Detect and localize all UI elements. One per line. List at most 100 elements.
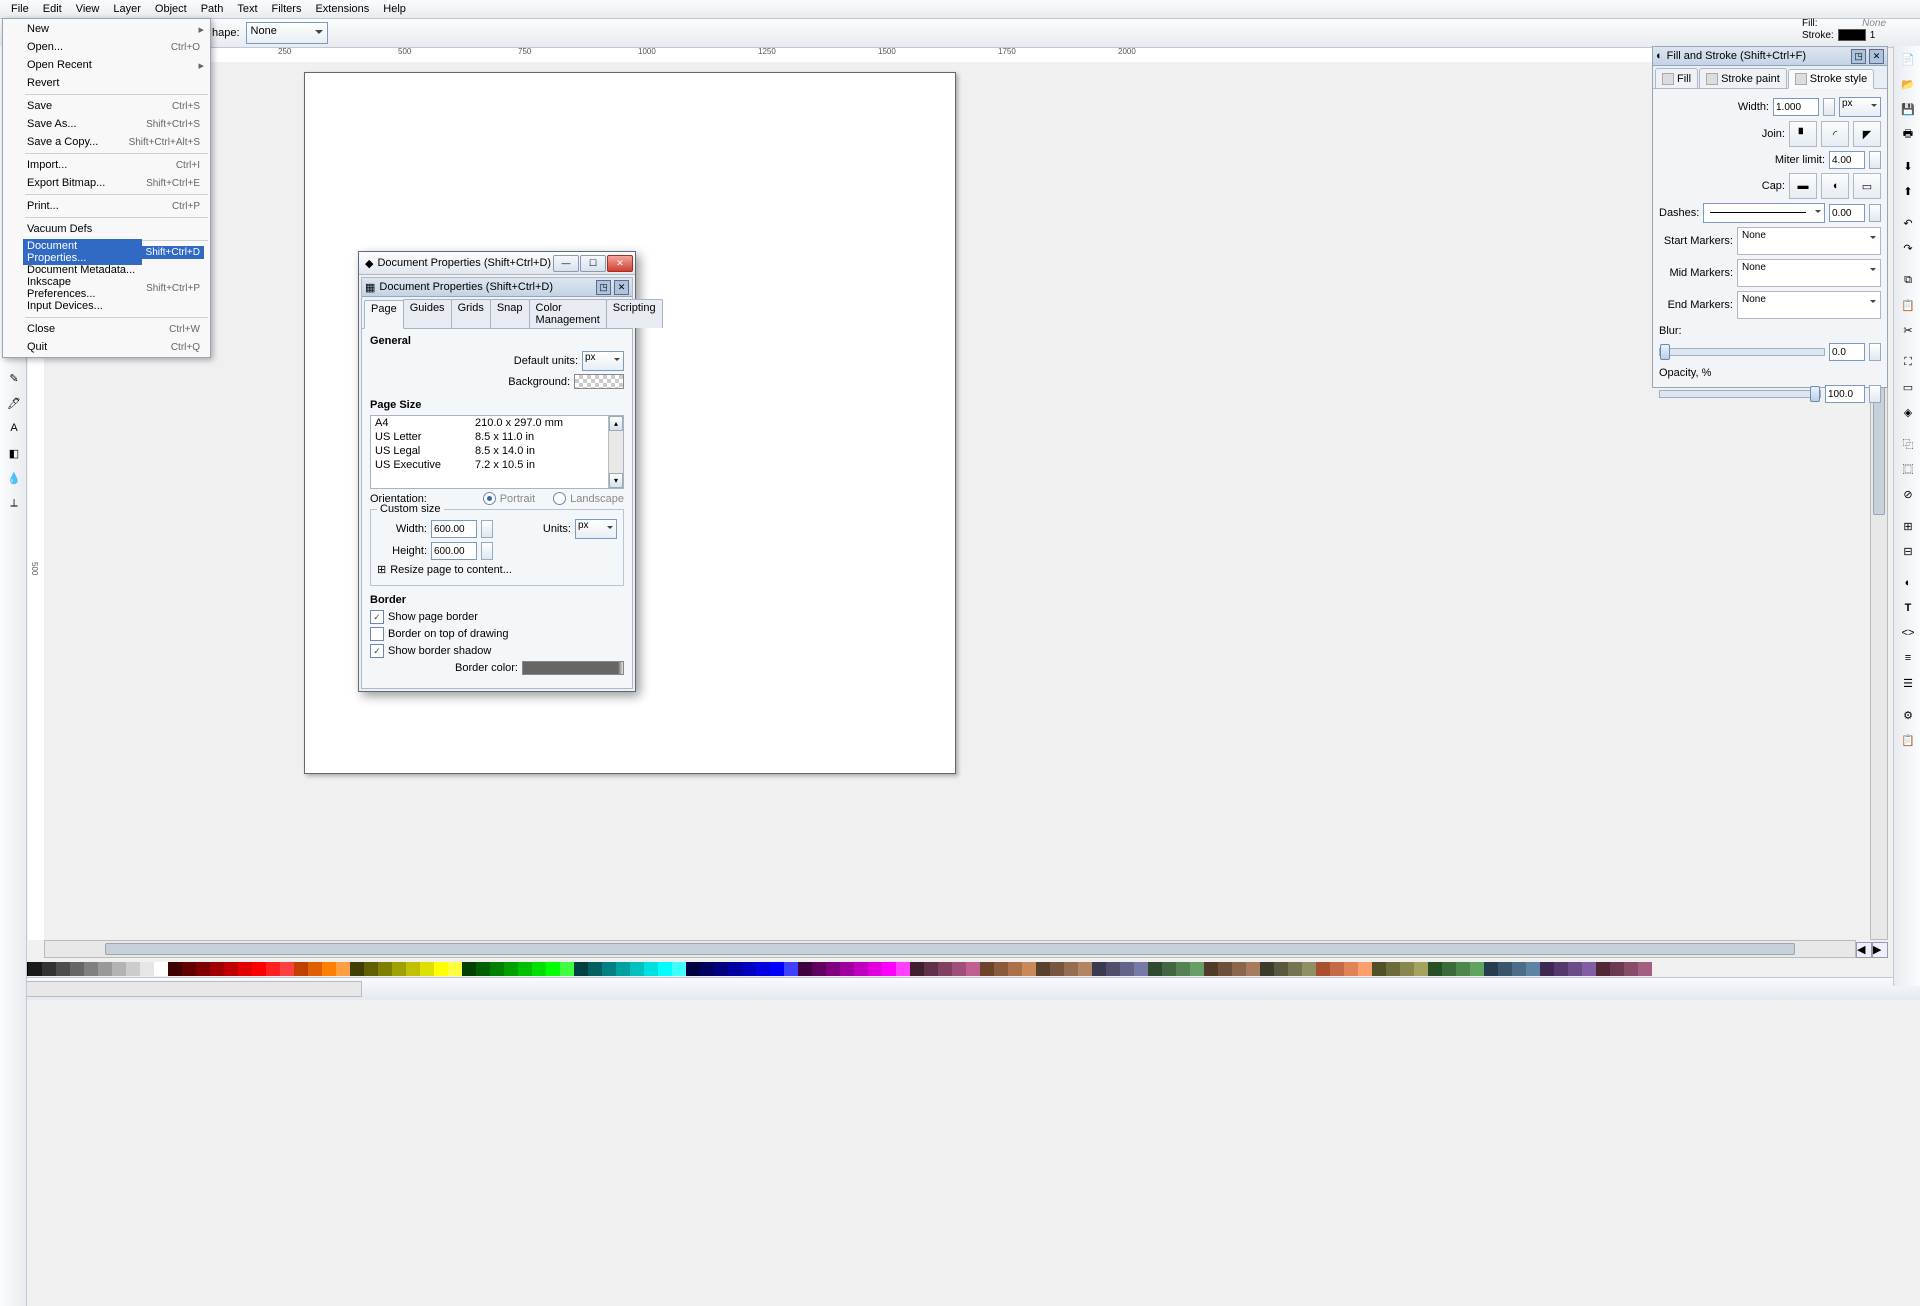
menu-text[interactable]: Text xyxy=(230,1,264,17)
menu-view[interactable]: View xyxy=(69,1,107,17)
color-swatch[interactable] xyxy=(1232,962,1246,976)
blur-slider[interactable] xyxy=(1659,348,1825,356)
opacity-input[interactable] xyxy=(1825,385,1865,403)
color-swatch[interactable] xyxy=(868,962,882,976)
color-swatch[interactable] xyxy=(1428,962,1442,976)
color-swatch[interactable] xyxy=(28,962,42,976)
units-select[interactable]: px xyxy=(575,519,617,539)
color-swatch[interactable] xyxy=(938,962,952,976)
panel-title[interactable]: ◐ Fill and Stroke (Shift+Ctrl+F) ◳ ✕ xyxy=(1653,47,1887,66)
color-swatch[interactable] xyxy=(784,962,798,976)
panel-detach-icon[interactable]: ◳ xyxy=(1851,49,1866,64)
color-swatch[interactable] xyxy=(1372,962,1386,976)
prefs-icon[interactable]: ⚙ xyxy=(1896,703,1920,727)
color-swatch[interactable] xyxy=(1078,962,1092,976)
color-swatch[interactable] xyxy=(1022,962,1036,976)
group-icon[interactable]: ⊞ xyxy=(1896,514,1920,538)
menu-filters[interactable]: Filters xyxy=(265,1,309,17)
color-swatch[interactable] xyxy=(812,962,826,976)
color-swatch[interactable] xyxy=(672,962,686,976)
color-swatch[interactable] xyxy=(602,962,616,976)
width-spinner[interactable] xyxy=(481,520,493,538)
mid-markers-select[interactable]: None xyxy=(1737,259,1881,287)
color-swatch[interactable] xyxy=(350,962,364,976)
color-swatch[interactable] xyxy=(1554,962,1568,976)
border-on-top-checkbox[interactable] xyxy=(370,627,384,641)
menu-item[interactable]: New▸ xyxy=(3,20,210,38)
save-icon[interactable]: 💾 xyxy=(1896,97,1920,121)
color-swatch[interactable] xyxy=(826,962,840,976)
menu-item[interactable]: CloseCtrl+W xyxy=(3,320,210,338)
size-us-legal[interactable]: US Legal8.5 x 14.0 in xyxy=(371,444,623,458)
color-swatch[interactable] xyxy=(1120,962,1134,976)
show-border-checkbox[interactable]: ✓ xyxy=(370,610,384,624)
dash-offset-spinner[interactable] xyxy=(1869,204,1881,222)
tab-stroke-style[interactable]: Stroke style xyxy=(1788,69,1874,89)
cut-icon[interactable]: ✂ xyxy=(1896,318,1920,342)
dialog-detach-icon[interactable]: ◳ xyxy=(596,280,611,295)
menu-item[interactable]: Document Properties...Shift+Ctrl+D xyxy=(3,243,210,261)
color-swatch[interactable] xyxy=(1036,962,1050,976)
color-swatch[interactable] xyxy=(196,962,210,976)
color-swatch[interactable] xyxy=(1008,962,1022,976)
color-swatch[interactable] xyxy=(532,962,546,976)
color-swatch[interactable] xyxy=(798,962,812,976)
zoom-fit-icon[interactable]: ⛶ xyxy=(1896,350,1920,374)
menu-item[interactable]: Open Recent▸ xyxy=(3,56,210,74)
end-markers-select[interactable]: None xyxy=(1737,291,1881,319)
text-tool-icon[interactable]: A xyxy=(2,416,26,440)
color-swatch[interactable] xyxy=(392,962,406,976)
dash-offset-input[interactable] xyxy=(1829,204,1865,222)
color-swatch[interactable] xyxy=(518,962,532,976)
blur-input[interactable] xyxy=(1829,343,1865,361)
color-swatch[interactable] xyxy=(1400,962,1414,976)
color-swatch[interactable] xyxy=(546,962,560,976)
color-swatch[interactable] xyxy=(140,962,154,976)
canvas-corner-icon[interactable]: ▶ xyxy=(1872,942,1888,958)
color-swatch[interactable] xyxy=(1624,962,1638,976)
color-swatch[interactable] xyxy=(1638,962,1652,976)
clone-icon[interactable]: ⿴ xyxy=(1896,457,1920,481)
cap-round-icon[interactable]: ◖ xyxy=(1821,173,1849,199)
color-swatch[interactable] xyxy=(742,962,756,976)
canvas-arrow-icon[interactable]: ◀ xyxy=(1856,942,1872,958)
dialog-close-icon[interactable]: ✕ xyxy=(614,280,629,295)
color-swatch[interactable] xyxy=(42,962,56,976)
width-input[interactable] xyxy=(431,520,477,538)
tab-color-management[interactable]: Color Management xyxy=(529,299,607,328)
color-swatch[interactable] xyxy=(378,962,392,976)
color-swatch[interactable] xyxy=(714,962,728,976)
color-swatch[interactable] xyxy=(630,962,644,976)
color-swatch[interactable] xyxy=(70,962,84,976)
status-scrollbar[interactable] xyxy=(10,981,362,997)
color-swatch[interactable] xyxy=(294,962,308,976)
xml-editor-icon[interactable]: <> xyxy=(1896,621,1920,645)
color-swatch[interactable] xyxy=(1484,962,1498,976)
dialog-titlebar[interactable]: ◆Document Properties (Shift+Ctrl+D) — ☐ … xyxy=(359,252,635,275)
color-swatch[interactable] xyxy=(980,962,994,976)
color-swatch[interactable] xyxy=(840,962,854,976)
color-swatch[interactable] xyxy=(280,962,294,976)
color-swatch[interactable] xyxy=(182,962,196,976)
tab-snap[interactable]: Snap xyxy=(490,299,530,328)
layers-icon[interactable]: ☰ xyxy=(1896,671,1920,695)
stroke-swatch[interactable] xyxy=(1838,29,1866,41)
menu-path[interactable]: Path xyxy=(194,1,231,17)
color-swatch[interactable] xyxy=(406,962,420,976)
color-swatch[interactable] xyxy=(1610,962,1624,976)
color-swatch[interactable] xyxy=(588,962,602,976)
maximize-button[interactable]: ☐ xyxy=(580,255,606,272)
color-swatch[interactable] xyxy=(770,962,784,976)
color-swatch[interactable] xyxy=(322,962,336,976)
color-swatch[interactable] xyxy=(1274,962,1288,976)
color-swatch[interactable] xyxy=(1442,962,1456,976)
stroke-width-spinner[interactable] xyxy=(1823,98,1835,116)
dashes-select[interactable] xyxy=(1703,203,1825,223)
tab-scripting[interactable]: Scripting xyxy=(606,299,663,328)
color-swatch[interactable] xyxy=(1134,962,1148,976)
color-swatch[interactable] xyxy=(504,962,518,976)
color-swatch[interactable] xyxy=(1470,962,1484,976)
color-swatch[interactable] xyxy=(266,962,280,976)
connector-tool-icon[interactable]: ⟂ xyxy=(2,491,26,515)
join-bevel-icon[interactable]: ◤ xyxy=(1853,121,1881,147)
